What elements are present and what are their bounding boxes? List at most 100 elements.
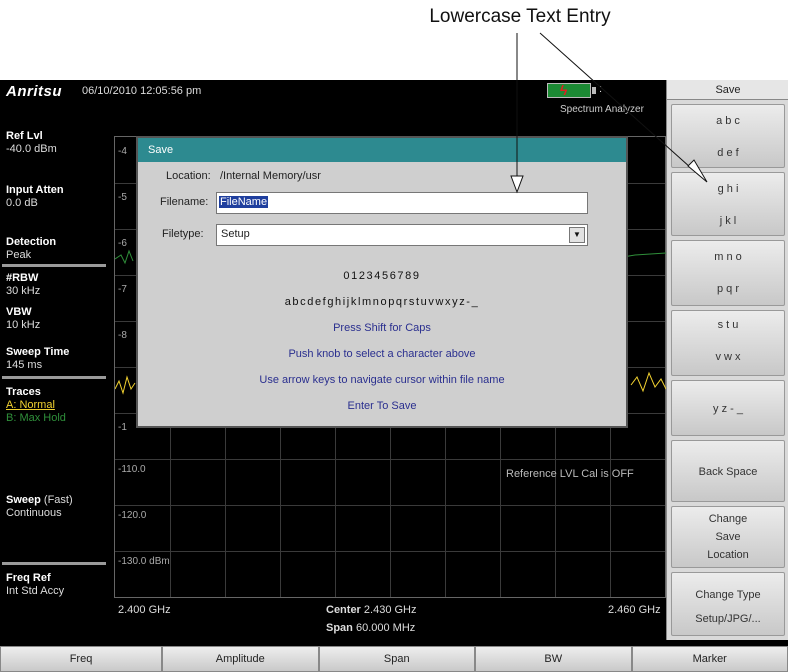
location-value: /Internal Memory/usr [220,170,321,182]
save-dialog: Save Location: /Internal Memory/usr File… [136,136,628,428]
param-freq-ref: Freq Ref Int Std Accy [6,572,64,598]
softkey-line: Location [707,549,749,561]
param-label: Input Atten [6,184,64,196]
param-detection: Detection Peak [6,236,56,262]
separator [2,264,106,267]
hint-arrow-keys: Use arrow keys to navigate cursor within… [259,374,505,386]
softkey-line: m n o [714,251,742,263]
menu-freq[interactable]: Freq [0,646,162,672]
ref-cal-status: Reference LVL Cal is OFF [506,468,634,480]
y-axis-label: -8 [118,330,127,341]
chevron-down-icon[interactable]: ▼ [569,227,585,243]
trace-a-value: A: Normal [6,399,55,411]
trace-b-value: B: Max Hold [6,412,66,424]
hint-shift-caps: Press Shift for Caps [333,322,431,334]
param-value: Continuous [6,507,62,519]
battery-icon: ϟ [547,82,591,98]
softkey-change-save-location[interactable]: Change Save Location [671,506,785,568]
brand-logo: Anritsu [6,83,62,100]
separator [2,376,106,379]
letter-characters[interactable]: abcdefghijklmnopqrstuvwxyz-_ [138,296,626,308]
softkey-stu-vwx[interactable]: s t u v w x [671,310,785,376]
filename-label: Filename: [160,196,209,208]
menu-marker[interactable]: Marker [631,646,788,672]
softkey-line: Setup/JPG/... [695,613,761,625]
param-label: Freq Ref [6,572,51,584]
param-label: Ref Lvl [6,130,43,142]
dialog-title: Save [138,138,626,162]
softkey-panel: Save a b c d e f g h i j k l m n o p q r… [666,80,788,640]
param-label-suffix: (Fast) [40,494,73,506]
center-freq: Center 2.430 GHz [326,604,417,616]
start-freq: 2.400 GHz [118,604,171,616]
param-sweep: Sweep (Fast) Continuous [6,494,73,520]
hint-enter-save: Enter To Save [347,400,417,412]
y-axis-label: -110.0 [118,464,146,475]
param-value: Int Std Accy [6,585,65,597]
y-axis-label: -1 [118,422,127,433]
param-label: Sweep [6,494,41,506]
battery-indicator: : [599,83,603,95]
param-label: Detection [6,236,57,248]
param-input-atten: Input Atten 0.0 dB [6,184,64,210]
charging-icon: ϟ [560,82,568,98]
center-label: Center [326,604,361,616]
main-menu-bar: Freq Amplitude Span BW Marker [0,646,788,672]
softkey-menu-title: Save [667,80,788,100]
softkey-line: Back Space [698,466,758,478]
filename-input[interactable]: FileName [216,192,588,214]
softkey-line: g h i [717,183,739,195]
param-label: Traces [6,386,41,398]
datetime: 06/10/2010 12:05:56 pm [82,85,202,97]
softkey-line: Change [708,513,748,525]
digit-characters[interactable]: 0123456789 [138,270,626,282]
location-label: Location: [166,170,211,182]
y-axis-label: -7 [118,284,127,295]
param-value: 145 ms [6,359,43,371]
span-freq: Span 60.000 MHz [326,622,415,634]
param-label: Sweep Time [6,346,70,358]
softkey-line: p q r [716,283,739,295]
softkey-line: v w x [715,351,741,363]
softkey-back-space[interactable]: Back Space [671,440,785,502]
softkey-line: Save [715,531,741,543]
span-value: 60.000 MHz [355,622,416,634]
menu-span[interactable]: Span [318,646,475,672]
param-value: 10 kHz [6,319,41,331]
filename-value: FileName [219,196,269,208]
y-axis-label: -6 [118,238,127,249]
softkey-ghi-jkl[interactable]: g h i j k l [671,172,785,236]
softkey-line: j k l [719,215,737,227]
span-label: Span [326,622,353,634]
param-traces: Traces A: Normal B: Max Hold [6,386,66,425]
softkey-mno-pqr[interactable]: m n o p q r [671,240,785,306]
filetype-label: Filetype: [162,228,204,240]
param-label: VBW [6,306,32,318]
softkey-line: a b c [716,115,740,127]
param-ref-lvl: Ref Lvl -40.0 dBm [6,130,57,156]
softkey-change-type[interactable]: Change Type Setup/JPG/... [671,572,785,636]
menu-bw[interactable]: BW [475,646,632,672]
filetype-select[interactable]: Setup ▼ [216,224,588,246]
hint-push-knob: Push knob to select a character above [288,348,476,360]
y-axis-label: -4 [118,146,127,157]
param-value: 0.0 dB [6,197,38,209]
softkey-line: Change Type [695,589,761,601]
battery-tip [592,87,596,94]
menu-amplitude[interactable]: Amplitude [162,646,319,672]
status-bar: Anritsu 06/10/2010 12:05:56 pm ϟ : [0,80,666,102]
separator [2,562,106,565]
param-value: -40.0 dBm [6,143,57,155]
softkey-line: y z - _ [713,403,743,415]
softkey-line: d e f [717,147,739,159]
stop-freq: 2.460 GHz [608,604,661,616]
center-value: 2.430 GHz [363,604,417,616]
param-rbw: #RBW 30 kHz [6,272,40,298]
param-vbw: VBW 10 kHz [6,306,40,332]
filetype-value: Setup [221,228,250,240]
y-axis-label: -120.0 [118,510,147,521]
softkey-yz[interactable]: y z - _ [671,380,785,436]
softkey-abc-def[interactable]: a b c d e f [671,104,785,168]
param-sweep-time: Sweep Time 145 ms [6,346,69,372]
param-value: Peak [6,249,32,261]
